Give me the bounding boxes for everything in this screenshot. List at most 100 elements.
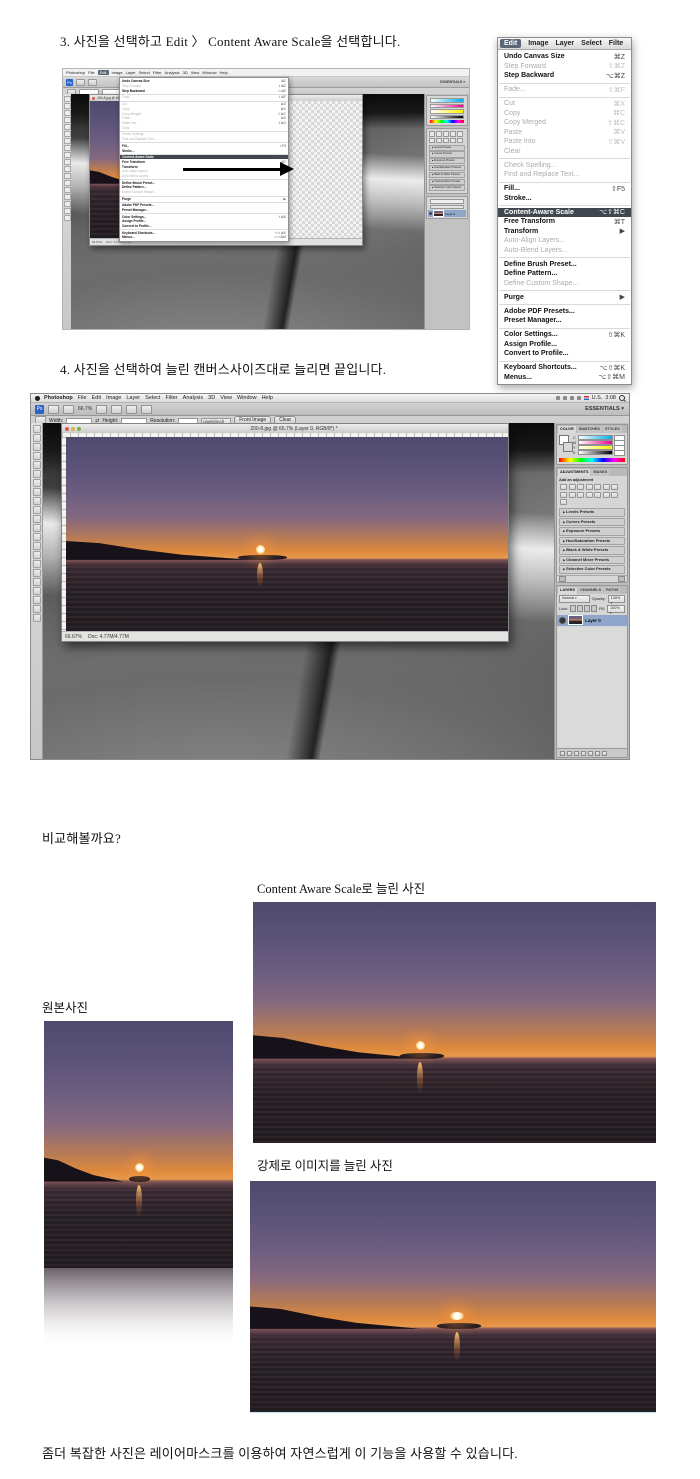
menu-edit[interactable]: Edit <box>92 395 101 401</box>
opacity-value[interactable]: 100% <box>608 595 625 603</box>
menu-edit[interactable]: Edit <box>500 39 521 48</box>
tool-lasso-tool[interactable] <box>33 443 41 451</box>
menu-image[interactable]: Image <box>112 70 123 75</box>
preset-selective-color-presets[interactable]: Selective Color Presets <box>559 565 625 574</box>
return-icon[interactable] <box>559 576 566 582</box>
menu-layer[interactable]: Layer <box>126 395 140 401</box>
menu-item-content-aware-scale[interactable]: Content-Aware Scale⌥⇧⌘C <box>498 208 631 218</box>
sync-icon[interactable] <box>556 396 560 400</box>
menu-3d[interactable]: 3D <box>208 395 215 401</box>
lb-icon-delete-layer-icon[interactable] <box>602 751 607 756</box>
tool-icon[interactable] <box>64 215 71 221</box>
menu-select[interactable]: Select <box>581 40 602 47</box>
tool-icon[interactable] <box>64 96 71 102</box>
menu-help[interactable]: Help <box>220 70 228 75</box>
tool-path-selection-tool[interactable] <box>33 569 41 577</box>
menu-item-fill[interactable]: Fill...⇧F5 <box>498 184 631 194</box>
adjustment-icon[interactable] <box>436 138 442 144</box>
layer-row[interactable]: Layer 0 <box>428 210 466 217</box>
tool-3d-rotate-tool[interactable] <box>33 587 41 595</box>
adjustment-channel-mixer[interactable] <box>577 492 584 498</box>
adjustment-black-white[interactable] <box>560 492 567 498</box>
tool-move-tool[interactable] <box>33 425 41 433</box>
menu-photoshop[interactable]: Photoshop <box>66 70 85 75</box>
adjustment-brightness-contrast[interactable] <box>560 484 567 490</box>
tool-rectangular-marquee-tool[interactable] <box>33 434 41 442</box>
wifi-icon[interactable] <box>570 396 574 400</box>
adjustment-icon[interactable] <box>443 138 449 144</box>
menu-item-step-forward[interactable]: Step Forward⇧⌘Z <box>498 62 631 72</box>
magenta-slider[interactable] <box>430 104 464 109</box>
menu-item-assign-profile[interactable]: Assign Profile... <box>498 340 631 350</box>
hand-tool-icon[interactable] <box>96 405 107 414</box>
zoom-readout[interactable]: 66.67% <box>65 634 82 640</box>
adjustment-icon[interactable] <box>429 131 435 137</box>
menu-filter[interactable]: Filter <box>153 70 162 75</box>
preset-channel-mixer-presets[interactable]: Channel Mixer Presets <box>429 179 465 185</box>
tool-clone-stamp-tool[interactable] <box>33 497 41 505</box>
mini-menu-item-menus[interactable]: Menus...⌥⇧⌘M <box>120 235 288 240</box>
tool-icon[interactable] <box>64 201 71 207</box>
menu-photoshop[interactable]: Photoshop <box>44 395 73 401</box>
menu-select[interactable]: Select <box>145 395 160 401</box>
tool-icon[interactable] <box>64 131 71 137</box>
tool-eraser-tool[interactable] <box>33 515 41 523</box>
bridge-icon[interactable] <box>48 405 59 414</box>
zoom-level[interactable]: 66.7% <box>78 406 92 412</box>
menu-image[interactable]: Image <box>106 395 121 401</box>
preset-curves-presets[interactable]: Curves Presets <box>559 518 625 527</box>
tab-paths[interactable]: PATHS <box>604 587 620 594</box>
menu-filte[interactable]: Filte <box>609 40 623 47</box>
slider-value[interactable] <box>614 450 625 456</box>
lb-icon-new-layer-icon[interactable] <box>595 751 600 756</box>
adjustment-posterize[interactable] <box>594 492 601 498</box>
input-language[interactable]: U.S. <box>592 395 603 401</box>
tool-icon[interactable] <box>64 166 71 172</box>
adjustment-photo-filter[interactable] <box>569 492 576 498</box>
lock-lock-position-icon[interactable] <box>584 605 590 612</box>
preset-exposure-presets[interactable]: Exposure Presets <box>559 527 625 536</box>
tool-icon[interactable] <box>64 124 71 130</box>
menu-item-define-custom-shape[interactable]: Define Custom Shape... <box>498 279 631 289</box>
lb-icon-layer-mask-icon[interactable] <box>574 751 579 756</box>
adjustment-invert[interactable] <box>586 492 593 498</box>
workspace-switcher[interactable]: ESSENTIALS ▾ <box>440 80 465 84</box>
adjustment-threshold[interactable] <box>603 492 610 498</box>
menu-item-purge[interactable]: Purge▶ <box>498 293 631 303</box>
apple-menu-icon[interactable] <box>35 396 40 401</box>
menu-3d[interactable]: 3D <box>183 70 188 75</box>
tool-icon[interactable] <box>64 180 71 186</box>
zoom-window-icon[interactable] <box>77 427 81 431</box>
menu-item-define-brush-preset[interactable]: Define Brush Preset... <box>498 260 631 270</box>
menu-filter[interactable]: Filter <box>165 395 177 401</box>
menu-window[interactable]: Window <box>237 395 257 401</box>
preset-exposure-presets[interactable]: Exposure Presets <box>429 158 465 164</box>
adjustment-icon[interactable] <box>429 138 435 144</box>
menu-view[interactable]: View <box>191 70 200 75</box>
tab-color[interactable]: COLOR <box>558 426 576 433</box>
tab-swatches[interactable]: SWATCHES <box>577 426 602 433</box>
tool-type-tool[interactable] <box>33 560 41 568</box>
tool-icon[interactable] <box>64 173 71 179</box>
adjustment-icon[interactable] <box>443 131 449 137</box>
tool-icon[interactable] <box>64 110 71 116</box>
menu-item-undo-canvas-size[interactable]: Undo Canvas Size⌘Z <box>498 52 631 62</box>
menu-item-clear[interactable]: Clear <box>498 147 631 157</box>
foreground-background-swatches[interactable] <box>559 435 571 453</box>
menu-item-paste-into[interactable]: Paste Into⇧⌘V <box>498 137 631 147</box>
expand-panel-icon[interactable] <box>618 576 625 582</box>
adjustment-curves[interactable] <box>577 484 584 490</box>
adjustment-icon[interactable] <box>436 131 442 137</box>
layer-row[interactable]: Layer 0 <box>557 615 627 626</box>
fill-value[interactable]: 100% <box>607 605 625 613</box>
spotlight-icon[interactable] <box>619 395 625 401</box>
close-window-icon[interactable] <box>92 97 95 100</box>
black-slider[interactable] <box>578 450 613 455</box>
tool-pen-tool[interactable] <box>33 551 41 559</box>
adjustment-icon[interactable] <box>450 131 456 137</box>
preset-black-white-presets[interactable]: Black & White Presets <box>559 546 625 555</box>
minimize-window-icon[interactable] <box>71 427 75 431</box>
menu-item-transform[interactable]: Transform▶ <box>498 227 631 237</box>
tool-icon[interactable] <box>64 152 71 158</box>
menu-item-keyboard-shortcuts[interactable]: Keyboard Shortcuts...⌥⇧⌘K <box>498 363 631 373</box>
